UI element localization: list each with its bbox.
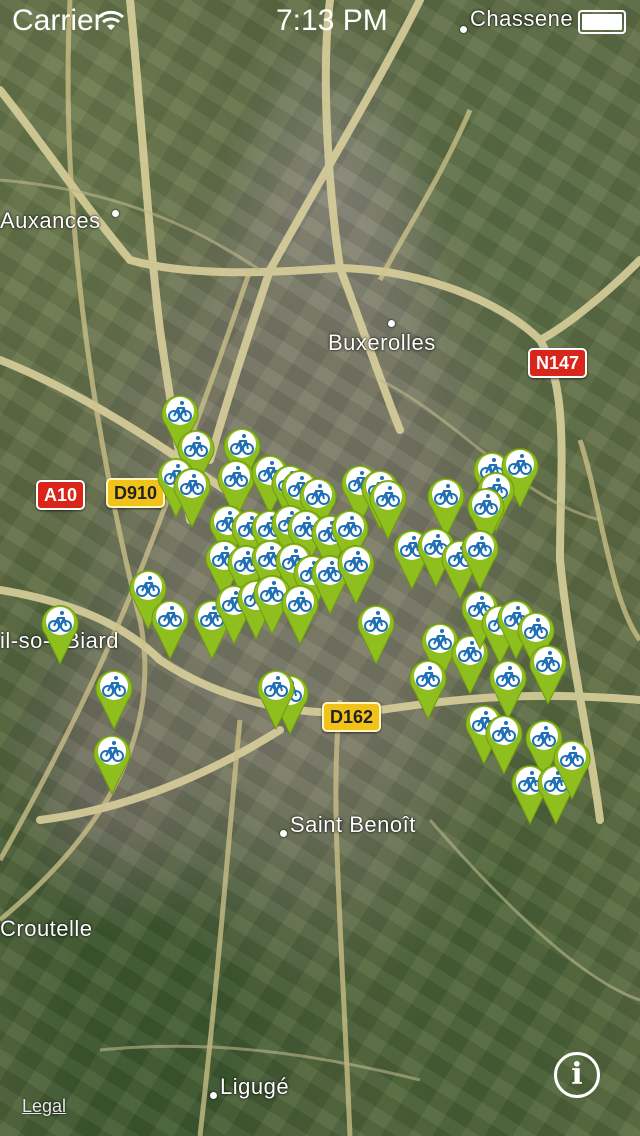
bike-station-pin[interactable] — [336, 541, 376, 605]
bike-station-pins — [0, 0, 640, 1136]
bike-station-pin[interactable] — [356, 601, 396, 665]
bike-station-pin[interactable] — [92, 731, 132, 795]
bike-station-pin[interactable] — [408, 656, 448, 720]
bike-station-pin[interactable] — [94, 666, 134, 730]
info-button[interactable]: i — [554, 1052, 600, 1098]
bike-station-pin[interactable] — [40, 601, 80, 665]
bike-station-pin[interactable] — [528, 641, 568, 705]
bike-station-pin[interactable] — [280, 581, 320, 645]
bike-station-pin[interactable] — [552, 736, 592, 800]
bike-station-pin[interactable] — [256, 666, 296, 730]
bike-station-pin[interactable] — [150, 596, 190, 660]
bike-station-pin[interactable] — [172, 464, 212, 528]
satellite-map[interactable]: Carrier 7:13 PM Chassene Auxances Buxero… — [0, 0, 640, 1136]
bike-station-pin[interactable] — [460, 526, 500, 590]
legal-link[interactable]: Legal — [22, 1096, 66, 1117]
